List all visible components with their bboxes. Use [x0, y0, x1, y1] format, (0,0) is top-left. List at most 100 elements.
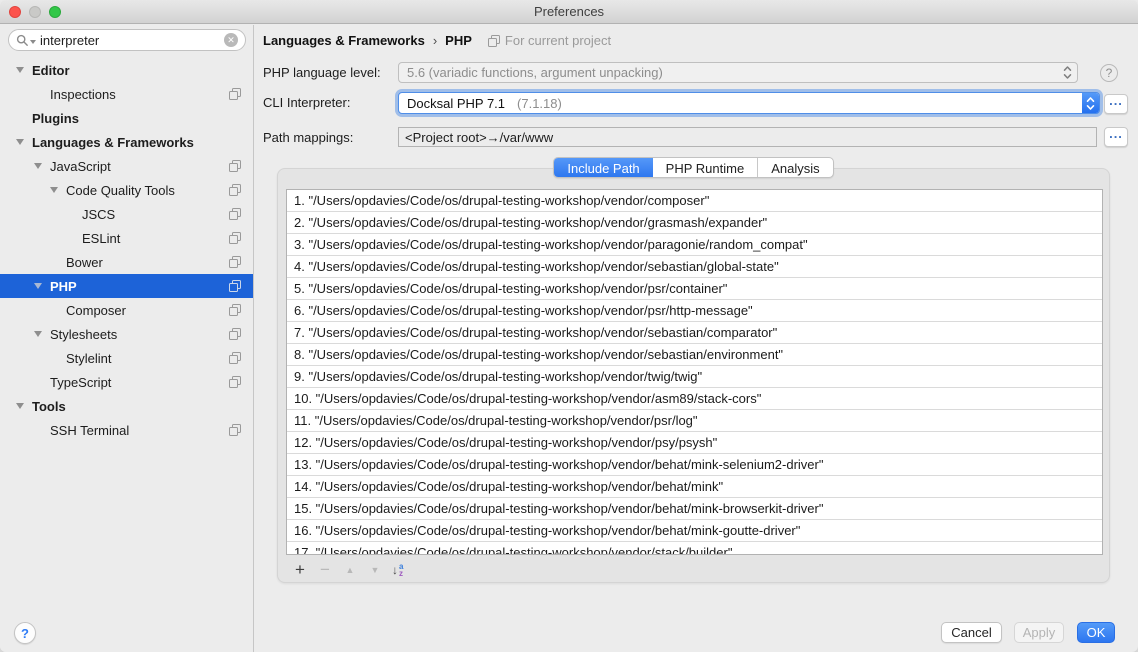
settings-search-box[interactable]: ✕ [8, 29, 246, 51]
sidebar-item-label: Inspections [50, 87, 116, 102]
sidebar-item-inspections[interactable]: Inspections [0, 82, 253, 106]
scope-note: For current project [488, 33, 611, 48]
breadcrumb-languages-frameworks[interactable]: Languages & Frameworks [263, 33, 425, 48]
include-path-row-11[interactable]: 11. "/Users/opdavies/Code/os/drupal-test… [287, 410, 1102, 432]
per-project-settings-icon [229, 376, 241, 388]
breadcrumb-php: PHP [445, 33, 472, 48]
sidebar-item-jscs[interactable]: JSCS [0, 202, 253, 226]
include-path-row-10[interactable]: 10. "/Users/opdavies/Code/os/drupal-test… [287, 388, 1102, 410]
include-path-row-8[interactable]: 8. "/Users/opdavies/Code/os/drupal-testi… [287, 344, 1102, 366]
language-level-help-button[interactable]: ? [1100, 64, 1118, 82]
breadcrumb: Languages & Frameworks › PHP For current… [263, 33, 611, 48]
sidebar-item-label: Stylelint [66, 351, 112, 366]
include-path-row-16[interactable]: 16. "/Users/opdavies/Code/os/drupal-test… [287, 520, 1102, 542]
per-project-settings-icon [229, 256, 241, 268]
include-path-row-6[interactable]: 6. "/Users/opdavies/Code/os/drupal-testi… [287, 300, 1102, 322]
sidebar-item-code-quality-tools[interactable]: Code Quality Tools [0, 178, 253, 202]
chevron-down-icon[interactable] [34, 283, 42, 289]
minimize-window-icon[interactable] [29, 6, 41, 18]
per-project-settings-icon [229, 328, 241, 340]
cli-interpreter-version: (7.1.18) [509, 96, 562, 111]
per-project-settings-icon [229, 160, 241, 172]
sidebar-item-tools[interactable]: Tools [0, 394, 253, 418]
title-bar: Preferences [0, 0, 1138, 24]
include-path-row-4[interactable]: 4. "/Users/opdavies/Code/os/drupal-testi… [287, 256, 1102, 278]
include-path-row-3[interactable]: 3. "/Users/opdavies/Code/os/drupal-testi… [287, 234, 1102, 256]
move-up-button[interactable]: ▲ [342, 561, 358, 579]
cancel-button[interactable]: Cancel [941, 622, 1002, 643]
include-path-row-2[interactable]: 2. "/Users/opdavies/Code/os/drupal-testi… [287, 212, 1102, 234]
include-path-row-12[interactable]: 12. "/Users/opdavies/Code/os/drupal-test… [287, 432, 1102, 454]
ok-button[interactable]: OK [1077, 622, 1115, 643]
zoom-window-icon[interactable] [49, 6, 61, 18]
include-path-panel: 1. "/Users/opdavies/Code/os/drupal-testi… [277, 168, 1110, 583]
move-down-button[interactable]: ▼ [367, 561, 383, 579]
chevron-updown-icon [1063, 65, 1072, 80]
sidebar-item-label: ESLint [82, 231, 120, 246]
tab-bar: Include PathPHP RuntimeAnalysis [553, 157, 833, 178]
sidebar-item-editor[interactable]: Editor [0, 58, 253, 82]
sidebar-item-label: SSH Terminal [50, 423, 129, 438]
expander-slot [30, 331, 46, 337]
path-mappings-browse-button[interactable]: ... [1104, 127, 1128, 147]
language-level-label: PHP language level: [263, 62, 381, 83]
cli-interpreter-browse-button[interactable]: ... [1104, 94, 1128, 114]
cli-interpreter-select[interactable]: Docksal PHP 7.1 (7.1.18) [398, 92, 1100, 114]
sidebar-item-label: TypeScript [50, 375, 111, 390]
include-path-row-7[interactable]: 7. "/Users/opdavies/Code/os/drupal-testi… [287, 322, 1102, 344]
sidebar-item-typescript[interactable]: TypeScript [0, 370, 253, 394]
chevron-down-icon[interactable] [34, 331, 42, 337]
include-path-row-9[interactable]: 9. "/Users/opdavies/Code/os/drupal-testi… [287, 366, 1102, 388]
chevron-down-icon[interactable] [16, 67, 24, 73]
include-path-row-1[interactable]: 1. "/Users/opdavies/Code/os/drupal-testi… [287, 190, 1102, 212]
sidebar-item-label: Languages & Frameworks [32, 135, 194, 150]
include-path-row-17[interactable]: 17. "/Users/opdavies/Code/os/drupal-test… [287, 542, 1102, 555]
sidebar-item-label: Editor [32, 63, 70, 78]
window-title: Preferences [534, 4, 604, 19]
cli-interpreter-value: Docksal PHP 7.1 [399, 96, 505, 111]
clear-search-icon[interactable]: ✕ [224, 33, 238, 47]
sidebar-item-php[interactable]: PHP [0, 274, 253, 298]
close-window-icon[interactable] [9, 6, 21, 18]
sidebar-item-stylesheets[interactable]: Stylesheets [0, 322, 253, 346]
remove-path-button[interactable]: − [317, 561, 333, 579]
chevron-down-icon[interactable] [16, 403, 24, 409]
chevron-down-icon[interactable] [50, 187, 58, 193]
per-project-settings-icon [229, 352, 241, 364]
settings-tabs: Include PathPHP RuntimeAnalysis [277, 157, 1110, 178]
apply-button[interactable]: Apply [1014, 622, 1064, 643]
per-project-settings-icon [229, 88, 241, 100]
include-path-row-13[interactable]: 13. "/Users/opdavies/Code/os/drupal-test… [287, 454, 1102, 476]
sort-alphabetically-button[interactable]: ↓ a z [392, 563, 403, 577]
chevron-down-icon[interactable] [16, 139, 24, 145]
sidebar-item-ssh-terminal[interactable]: SSH Terminal [0, 418, 253, 442]
sidebar-item-label: JSCS [82, 207, 115, 222]
tab-analysis[interactable]: Analysis [757, 158, 832, 177]
chevron-updown-icon[interactable] [1082, 93, 1099, 113]
settings-sidebar: ✕ Editor Inspections Plugins Languages & Fr… [0, 25, 254, 652]
sidebar-item-eslint[interactable]: ESLint [0, 226, 253, 250]
sidebar-item-stylelint[interactable]: Stylelint [0, 346, 253, 370]
chevron-down-icon[interactable] [34, 163, 42, 169]
sidebar-item-composer[interactable]: Composer [0, 298, 253, 322]
sidebar-item-languages-frameworks[interactable]: Languages & Frameworks [0, 130, 253, 154]
language-level-select[interactable]: 5.6 (variadic functions, argument unpack… [398, 62, 1078, 83]
help-button[interactable]: ? [14, 622, 36, 644]
sidebar-item-bower[interactable]: Bower [0, 250, 253, 274]
include-path-row-15[interactable]: 15. "/Users/opdavies/Code/os/drupal-test… [287, 498, 1102, 520]
search-input[interactable] [40, 33, 224, 48]
sidebar-item-javascript[interactable]: JavaScript [0, 154, 253, 178]
search-options-caret-icon[interactable] [30, 40, 36, 44]
tab-php-runtime[interactable]: PHP Runtime [653, 158, 758, 177]
include-path-row-5[interactable]: 5. "/Users/opdavies/Code/os/drupal-testi… [287, 278, 1102, 300]
add-path-button[interactable]: + [292, 561, 308, 579]
include-path-row-14[interactable]: 14. "/Users/opdavies/Code/os/drupal-test… [287, 476, 1102, 498]
per-project-settings-icon [229, 424, 241, 436]
sidebar-item-label: JavaScript [50, 159, 111, 174]
sidebar-item-label: PHP [50, 279, 77, 294]
sidebar-item-label: Tools [32, 399, 66, 414]
sidebar-item-plugins[interactable]: Plugins [0, 106, 253, 130]
path-mappings-field[interactable]: <Project root>→/var/www [398, 127, 1097, 147]
cli-interpreter-label: CLI Interpreter: [263, 92, 350, 113]
tab-include-path[interactable]: Include Path [554, 158, 652, 177]
